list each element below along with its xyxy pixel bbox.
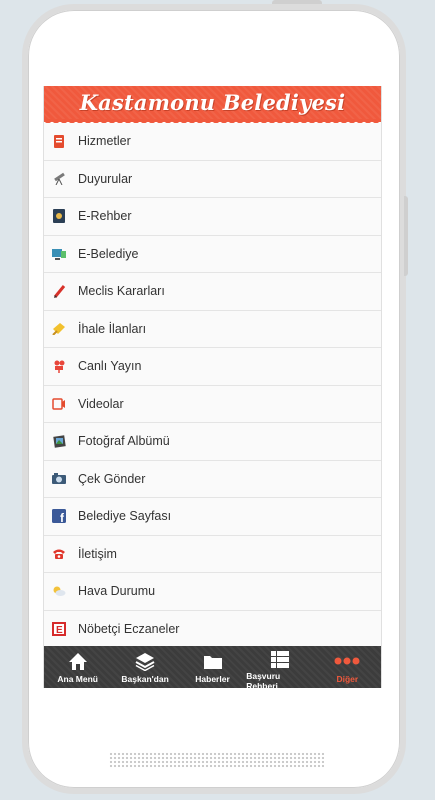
menu-item-label: Duyurular xyxy=(78,171,133,186)
menu-item-label: Çek Gönder xyxy=(78,471,146,486)
tab-basvuru-rehberi[interactable]: Başvuru Rehberi xyxy=(246,646,313,688)
tab-label: Haberler xyxy=(195,674,230,684)
menu-item-label: Belediye Sayfası xyxy=(78,509,172,524)
menu-item-label: Hizmetler xyxy=(78,134,131,149)
tab-label: Başkan'dan xyxy=(121,674,169,684)
menu-item-label: Fotoğraf Albümü xyxy=(78,434,170,449)
video-icon xyxy=(52,397,66,411)
gavel-icon xyxy=(52,322,66,336)
menu-item-videolar[interactable]: Videolar xyxy=(44,385,381,423)
menu-item-ihale-ilanlari[interactable]: İhale İlanları xyxy=(44,310,381,348)
facebook-icon: f xyxy=(52,509,66,524)
speaker-grille xyxy=(109,752,324,768)
tab-label: Diğer xyxy=(336,674,359,684)
app-header: Kastamonu Belediyesi xyxy=(44,86,381,122)
menu-item-nobetci-eczaneler[interactable]: E Nöbetçi Eczaneler xyxy=(44,610,381,648)
menu-item-label: İhale İlanları xyxy=(78,321,147,336)
app-screen: Kastamonu Belediyesi Hizmetler Duyurular… xyxy=(43,86,382,688)
bottom-tab-bar: Ana Menü Başkan'dan Haberler Başvuru Reh… xyxy=(44,646,381,688)
camera-icon xyxy=(52,359,66,373)
volume-button xyxy=(404,196,408,276)
menu-item-e-rehber[interactable]: E-Rehber xyxy=(44,198,381,236)
folder-icon xyxy=(203,650,223,672)
menu-item-canli-yayin[interactable]: Canlı Yayın xyxy=(44,348,381,386)
tab-baskandan[interactable]: Başkan'dan xyxy=(111,646,178,688)
menu-item-label: Videolar xyxy=(78,396,124,411)
menu-item-belediye-sayfasi[interactable]: f Belediye Sayfası xyxy=(44,498,381,536)
tab-diger[interactable]: Diğer xyxy=(314,646,381,688)
menu-item-label: Hava Durumu xyxy=(78,584,156,599)
menu-item-iletisim[interactable]: İletişim xyxy=(44,535,381,573)
menu-item-hava-durumu[interactable]: Hava Durumu xyxy=(44,573,381,611)
phonebook-icon xyxy=(52,209,66,224)
photo-album-icon xyxy=(52,434,66,448)
tab-haberler[interactable]: Haberler xyxy=(179,646,246,688)
telephone-icon xyxy=(52,547,66,561)
menu-item-hizmetler[interactable]: Hizmetler xyxy=(44,123,381,161)
menu-item-label: Nöbetçi Eczaneler xyxy=(78,621,180,636)
layers-icon xyxy=(135,650,155,672)
menu-list: Hizmetler Duyurular E-Rehber E-Belediye … xyxy=(44,123,381,648)
computer-icon xyxy=(52,247,66,261)
photo-camera-icon xyxy=(52,472,66,486)
menu-item-duyurular[interactable]: Duyurular xyxy=(44,160,381,198)
tab-label: Ana Menü xyxy=(57,674,99,684)
app-title: Kastamonu Belediyesi xyxy=(79,90,346,115)
weather-icon xyxy=(52,584,66,598)
book-icon xyxy=(52,134,66,148)
menu-item-cek-gonder[interactable]: Çek Gönder xyxy=(44,460,381,498)
menu-item-label: Canlı Yayın xyxy=(78,359,142,374)
pencil-icon xyxy=(52,284,66,298)
menu-item-fotograf-albumu[interactable]: Fotoğraf Albümü xyxy=(44,423,381,461)
menu-item-meclis-kararlari[interactable]: Meclis Kararları xyxy=(44,273,381,311)
menu-item-e-belediye[interactable]: E-Belediye xyxy=(44,235,381,273)
menu-item-label: İletişim xyxy=(78,546,117,561)
home-icon xyxy=(68,650,88,672)
pharmacy-icon: E xyxy=(52,621,66,636)
menu-item-label: E-Belediye xyxy=(78,246,139,261)
tab-label: Başvuru Rehberi xyxy=(246,671,281,688)
telescope-icon xyxy=(52,172,66,186)
tab-ana-menu[interactable]: Ana Menü xyxy=(44,646,111,688)
more-icon xyxy=(334,650,360,672)
svg-text:E: E xyxy=(56,625,63,636)
menu-item-label: Meclis Kararları xyxy=(78,284,165,299)
menu-item-label: E-Rehber xyxy=(78,209,132,224)
list-icon xyxy=(270,650,290,669)
